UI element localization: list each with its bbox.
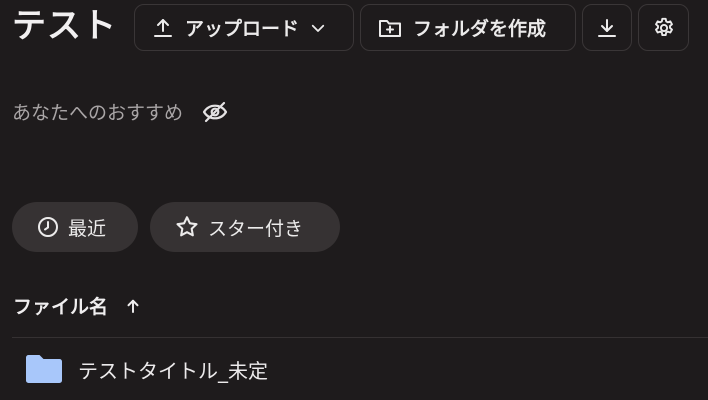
star-icon bbox=[174, 214, 200, 240]
upload-button-label: アップロード bbox=[185, 18, 300, 40]
chevron-down-icon bbox=[309, 19, 327, 37]
recommendations-section: あなたへのおすすめ bbox=[12, 98, 229, 125]
upload-icon bbox=[151, 16, 175, 40]
eye-off-icon[interactable] bbox=[201, 100, 229, 124]
download-icon bbox=[595, 16, 619, 40]
download-button[interactable] bbox=[582, 4, 632, 51]
name-column-header[interactable]: ファイル名 bbox=[13, 292, 142, 319]
settings-button[interactable] bbox=[638, 4, 689, 51]
create-folder-button[interactable]: フォルダを作成 bbox=[360, 4, 576, 51]
drive-page: テスト アップロード フォルダを作成 あなたへのおすすめ 最近 スター付き ファ… bbox=[0, 0, 708, 400]
name-column-label: ファイル名 bbox=[13, 296, 109, 318]
folder-plus-icon bbox=[377, 16, 403, 40]
starred-filter-label: スター付き bbox=[208, 217, 304, 240]
folder-icon bbox=[24, 353, 64, 385]
recent-filter-label: 最近 bbox=[68, 217, 107, 240]
upload-button[interactable]: アップロード bbox=[134, 4, 354, 51]
clock-icon bbox=[36, 215, 60, 239]
create-folder-button-label: フォルダを作成 bbox=[413, 18, 547, 40]
starred-filter-chip[interactable]: スター付き bbox=[150, 202, 340, 252]
gear-icon bbox=[652, 16, 676, 40]
file-name: テストタイトル_未定 bbox=[78, 358, 268, 383]
recent-filter-chip[interactable]: 最近 bbox=[12, 202, 138, 252]
page-title: テスト bbox=[12, 6, 117, 46]
recommendations-label: あなたへのおすすめ bbox=[12, 102, 184, 124]
file-list-item[interactable]: テストタイトル_未定 bbox=[12, 338, 708, 400]
arrow-up-icon bbox=[124, 297, 142, 315]
